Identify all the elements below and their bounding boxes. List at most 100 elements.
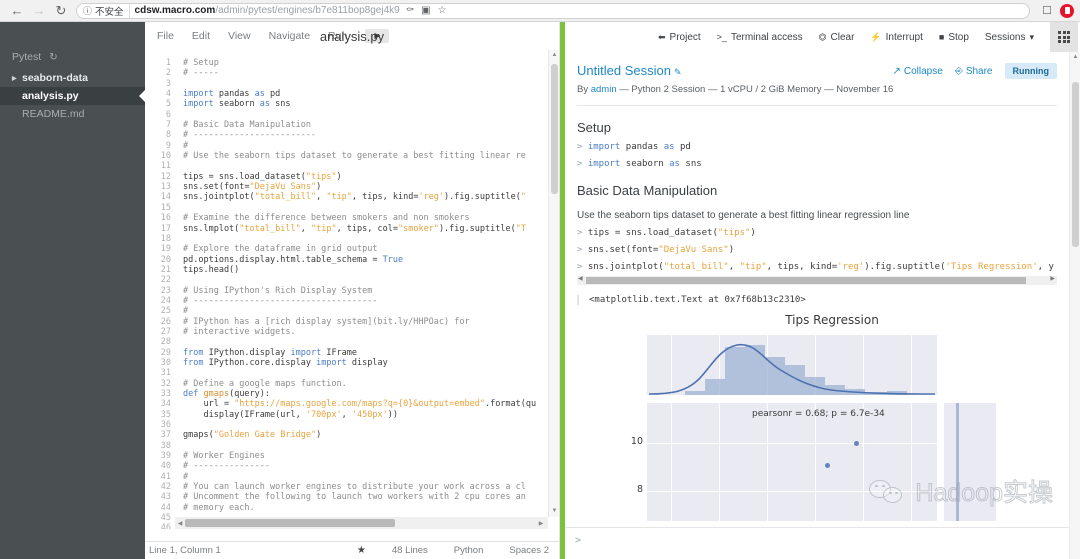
wechat-watermark: Hadoop实操 xyxy=(869,473,1053,509)
editor-horizontal-scrollbar[interactable]: ◀ ▶ xyxy=(175,517,548,529)
reload-icon[interactable]: ↻ xyxy=(50,2,72,20)
code-area[interactable]: 1 2 3 4 5 6 7 8 9 10 11 12 13 14 15 16 17 18 19 20 21 22 23 24 2… xyxy=(145,50,559,529)
project-button[interactable]: ⬅ Project xyxy=(658,32,701,43)
session-actions: ↗ Collapse ⎆ Share Running xyxy=(893,63,1057,79)
editor-menubar: File Edit View Navigate Run ▶ analysis.p… xyxy=(145,22,559,50)
input-line: > sns.jointplot("total_bill", "tip", tip… xyxy=(577,262,1054,272)
url-text: cdsw.macro.com/admin/pytest/engines/b7e8… xyxy=(135,5,400,16)
output-repr: <matplotlib.text.Text at 0x7f68b13c2310> xyxy=(577,295,1057,305)
lightning-icon: ⚡ xyxy=(870,31,882,42)
back-arrow-icon: ⬅ xyxy=(658,31,666,42)
interrupt-label: Interrupt xyxy=(885,31,923,43)
chevron-down-icon: ▾ xyxy=(1029,31,1034,42)
file-sidebar: Pytest ↻ ▶ seaborn-data analysis.py READ… xyxy=(0,22,146,559)
scroll-down-icon[interactable]: ▼ xyxy=(549,506,560,517)
security-status-label: 不安全 xyxy=(95,3,130,18)
scroll-right-icon[interactable]: ▶ xyxy=(536,520,546,527)
clear-label: Clear xyxy=(830,31,855,43)
address-bar[interactable]: ⓘ 不安全 cdsw.macro.com/admin/pytest/engine… xyxy=(76,2,1031,19)
jointplot-figure: Tips Regression pearsonr = 0.68; p = 6.7… xyxy=(577,313,1057,523)
collapse-button[interactable]: ↗ Collapse xyxy=(893,66,943,77)
scrollbar-thumb[interactable] xyxy=(551,64,558,194)
url-path: /admin/pytest/engines/b7e811bop8gej4k9 xyxy=(215,5,400,16)
scroll-up-icon[interactable]: ▲ xyxy=(1070,52,1080,63)
project-button-label: Project xyxy=(669,31,701,43)
bookmark-star-icon[interactable]: ☆ xyxy=(438,5,447,16)
wechat-logo-icon xyxy=(869,478,907,504)
sidebar-item-readme-md[interactable]: README.md xyxy=(0,105,145,123)
session-title[interactable]: Untitled Session xyxy=(577,63,671,78)
output-heading-setup: Setup xyxy=(577,120,611,135)
input-line: > sns.set(font="DejaVu Sans") xyxy=(577,245,735,255)
divider xyxy=(577,105,1057,106)
cursor-position: Line 1, Column 1 xyxy=(149,545,221,556)
y-axis-tick: 10 xyxy=(630,436,643,447)
cast-icon[interactable]: ▣ xyxy=(421,5,430,16)
output-hscroll-thumb[interactable] xyxy=(586,277,1026,284)
sidebar-item-seaborn-data[interactable]: ▶ seaborn-data xyxy=(0,69,145,87)
editor-vertical-scrollbar[interactable]: ▲ ▼ xyxy=(548,50,559,517)
chevron-right-icon[interactable]: ▶ xyxy=(12,75,18,82)
grid-glyph xyxy=(1058,31,1070,43)
eraser-icon: ⏣ xyxy=(818,31,827,42)
code-content[interactable]: # Setup # ----- import pandas as pd import… xyxy=(175,50,559,529)
scroll-left-icon[interactable]: ◀ xyxy=(578,275,583,282)
console-output-scroll[interactable]: Untitled Session ✎ By admin — Python 2 Se… xyxy=(565,52,1069,527)
star-icon[interactable]: ★ xyxy=(357,545,366,556)
collapse-arrows-icon: ↗ xyxy=(892,65,901,77)
session-toolbar: ⬅ Project >_ Terminal access ⏣ Clear ⚡ I… xyxy=(565,22,1080,52)
menu-run[interactable]: Run xyxy=(328,30,347,42)
indent-mode[interactable]: Spaces 2 xyxy=(509,545,549,556)
browser-window: ← → ↻ ⓘ 不安全 cdsw.macro.com/admin/pytest/… xyxy=(0,0,1080,559)
extension-icon[interactable]: ☐ xyxy=(1042,4,1052,17)
share-icon: ⎆ xyxy=(954,65,963,77)
share-label: Share xyxy=(965,65,993,77)
interrupt-button[interactable]: ⚡ Interrupt xyxy=(870,32,922,43)
sidebar-item-analysis-py[interactable]: analysis.py xyxy=(0,87,146,105)
language-mode[interactable]: Python xyxy=(454,545,484,556)
session-user[interactable]: admin xyxy=(591,84,617,95)
output-paragraph: Use the seaborn tips dataset to generate… xyxy=(577,210,910,221)
info-circle-icon[interactable]: ⓘ xyxy=(83,4,92,17)
hscrollbar-thumb[interactable] xyxy=(185,519,395,527)
sidebar-item-label: seaborn-data xyxy=(22,72,88,84)
sessions-dropdown[interactable]: Sessions ▾ xyxy=(985,32,1034,43)
meta-rest: — Python 2 Session — 1 vCPU / 2 GiB Memo… xyxy=(616,84,894,95)
output-horizontal-scrollbar[interactable]: ◀ ▶ xyxy=(577,276,1057,285)
prompt-symbol: > xyxy=(575,535,582,546)
session-header: Untitled Session ✎ By admin — Python 2 Se… xyxy=(577,52,1057,95)
edit-pencil-icon[interactable]: ✎ xyxy=(674,67,682,77)
console-input-prompt[interactable]: > xyxy=(565,527,1069,559)
terminal-access-button[interactable]: >_ Terminal access xyxy=(717,32,803,43)
scroll-right-icon[interactable]: ▶ xyxy=(1050,275,1055,282)
key-icon[interactable]: ⚰ xyxy=(406,5,414,16)
menu-view[interactable]: View xyxy=(228,30,251,42)
scroll-left-icon[interactable]: ◀ xyxy=(175,520,185,527)
input-line: > tips = sns.load_dataset("tips") xyxy=(577,228,756,238)
clear-button[interactable]: ⏣ Clear xyxy=(819,32,855,43)
stop-button[interactable]: ■ Stop xyxy=(939,32,969,43)
forward-arrow-icon[interactable]: → xyxy=(28,2,50,20)
share-button[interactable]: ⎆ Share xyxy=(955,66,993,77)
collapse-label: Collapse xyxy=(903,65,943,77)
menu-file[interactable]: File xyxy=(157,30,174,42)
back-arrow-icon[interactable]: ← xyxy=(6,2,28,20)
sidebar-item-label: README.md xyxy=(22,108,85,120)
sidebar-item-label: analysis.py xyxy=(22,90,79,102)
menu-edit[interactable]: Edit xyxy=(192,30,210,42)
refresh-icon[interactable]: ↻ xyxy=(49,52,57,63)
editor-status-bar: Line 1, Column 1 ★ 48 Lines Python Space… xyxy=(145,541,559,559)
status-badge: Running xyxy=(1004,63,1057,79)
sessions-label: Sessions xyxy=(984,31,1026,43)
console-vertical-scrollbar[interactable]: ▲ xyxy=(1069,52,1080,559)
session-console-pane: ⬅ Project >_ Terminal access ⏣ Clear ⚡ I… xyxy=(560,22,1080,559)
grid-apps-icon[interactable] xyxy=(1050,22,1078,52)
profile-avatar-icon[interactable] xyxy=(1060,3,1074,18)
play-icon[interactable]: ▶ xyxy=(365,29,390,43)
menu-navigate[interactable]: Navigate xyxy=(269,30,310,42)
line-number-gutter: 1 2 3 4 5 6 7 8 9 10 11 12 13 14 15 16 17 18 19 20 21 22 23 24 2… xyxy=(160,58,171,529)
scroll-up-icon[interactable]: ▲ xyxy=(549,50,560,61)
meta-prefix: By xyxy=(577,84,591,95)
scrollbar-thumb[interactable] xyxy=(1072,82,1079,247)
chart-title: Tips Regression xyxy=(785,313,879,327)
